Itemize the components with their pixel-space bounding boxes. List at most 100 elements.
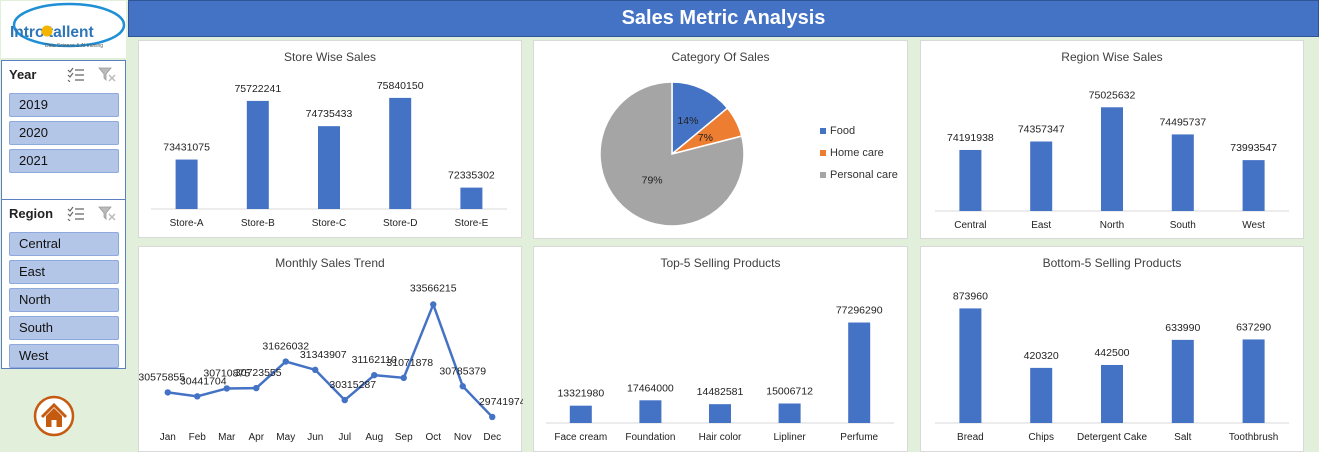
bottom5-bar	[1171, 339, 1194, 423]
legend-swatch	[820, 150, 826, 157]
monthly-data-label: 30315287	[329, 379, 376, 391]
legend-swatch	[820, 128, 826, 135]
top5-x-tick-label: Foundation	[625, 432, 675, 443]
monthly-x-tick-label: Jan	[160, 432, 176, 443]
monthly-point	[489, 413, 496, 421]
region-item-north[interactable]: North	[9, 288, 119, 312]
page-title: Sales Metric Analysis	[621, 7, 826, 29]
bottom5-data-label: 873960	[953, 290, 988, 302]
monthly-point	[282, 358, 289, 365]
monthly-point	[400, 374, 407, 382]
bottom5-x-tick-label: Toothbrush	[1229, 432, 1278, 443]
region-bar	[1171, 134, 1194, 211]
store-data-label: 74735433	[306, 108, 353, 120]
bottom5-bar	[959, 308, 982, 423]
year-item-2021[interactable]: 2021	[9, 149, 119, 173]
store-data-label: 73431075	[163, 142, 210, 154]
monthly-point	[223, 385, 230, 392]
svg-text:Intro: Intro	[10, 24, 44, 41]
monthly-x-tick-label: Sep	[395, 432, 413, 443]
svg-text:tallent: tallent	[48, 24, 94, 41]
monthly-point	[164, 389, 171, 396]
store-data-label: 75722241	[234, 83, 281, 95]
bottom5-data-label: 633990	[1165, 322, 1200, 334]
monthly-data-label: 29741974	[479, 396, 523, 408]
monthly-point	[430, 301, 437, 308]
region-slicer-title: Region	[9, 206, 54, 221]
region-item-south[interactable]: South	[9, 316, 119, 340]
clear-filter-icon[interactable]	[98, 66, 116, 82]
category-sales-card: Category Of Sales 14% 7% 79% Food Home car…	[533, 40, 908, 239]
home-icon[interactable]	[33, 395, 75, 437]
store-x-tick-label: Store-A	[170, 218, 204, 229]
monthly-chart: 30575855Jan30441704Feb30710875Mar3072355…	[139, 282, 523, 443]
year-slicer-title: Year	[9, 67, 37, 82]
top5-bar	[778, 403, 801, 423]
bottom5-x-tick-label: Salt	[1174, 432, 1191, 443]
svg-text:Data Science & AI training: Data Science & AI training	[45, 43, 103, 49]
brand-logo: Intro tallent Data Science & AI training	[1, 1, 126, 58]
pie-data-label: 14%	[677, 115, 698, 127]
monthly-data-label: 30575855	[139, 371, 185, 383]
pie-data-label: 79%	[642, 175, 663, 187]
top5-x-tick-label: Lipliner	[773, 432, 806, 443]
year-item-2019[interactable]: 2019	[9, 93, 119, 117]
top5-x-tick-label: Face cream	[554, 432, 607, 443]
year-slicer-header: Year	[2, 61, 125, 89]
filter-panel: Intro tallent Data Science & AI training…	[0, 0, 128, 452]
multi-select-icon[interactable]	[67, 205, 85, 221]
monthly-data-label: 30785379	[439, 365, 486, 377]
monthly-point	[371, 371, 378, 379]
monthly-data-label: 31071878	[386, 357, 433, 369]
store-sales-card: Store Wise Sales 73431075 Store-A 75722241…	[138, 40, 522, 238]
region-sales-card: Region Wise Sales 74191938 Central 7435734…	[920, 40, 1304, 239]
legend-item-personal-care: Personal care	[820, 169, 898, 181]
bottom5-data-label: 442500	[1094, 347, 1129, 359]
top5-data-label: 14482581	[697, 386, 744, 398]
top5-data-label: 15006712	[766, 385, 813, 397]
legend-label: Personal care	[830, 169, 898, 181]
year-item-2020[interactable]: 2020	[9, 121, 119, 145]
monthly-data-label: 30723555	[235, 367, 282, 379]
monthly-x-tick-label: Apr	[248, 432, 264, 443]
category-chart: 14%7% 79%	[599, 81, 745, 227]
top5-data-label: 13321980	[557, 388, 604, 400]
top5-data-label: 17464000	[627, 382, 674, 394]
region-item-west[interactable]: West	[9, 344, 119, 368]
store-bar	[175, 159, 198, 209]
legend-label: Home care	[830, 147, 884, 159]
bottom5-x-tick-label: Detergent Cake	[1077, 432, 1147, 443]
region-chart: 74191938 Central 74357347 East 75025632 North…	[935, 89, 1289, 231]
clear-filter-icon[interactable]	[98, 205, 116, 221]
bottom5-data-label: 637290	[1236, 321, 1271, 333]
top5-products-card: Top-5 Selling Products 13321980 Face crea…	[533, 246, 908, 452]
store-x-tick-label: Store-D	[383, 218, 417, 229]
monthly-x-tick-label: Oct	[425, 432, 441, 443]
bottom5-bar	[1101, 364, 1123, 423]
header-bar: Sales Metric Analysis	[128, 0, 1319, 37]
pie-data-label: 7%	[698, 132, 713, 144]
region-x-tick-label: South	[1170, 220, 1196, 231]
region-data-label: 75025632	[1089, 89, 1136, 101]
logo-graphic: Intro tallent Data Science & AI training	[10, 2, 126, 49]
region-data-label: 74191938	[947, 132, 994, 144]
bottom5-products-card: Bottom-5 Selling Products 873960 Bread 420…	[920, 246, 1304, 452]
legend-item-food: Food	[820, 125, 855, 137]
region-item-east[interactable]: East	[9, 260, 119, 284]
region-x-tick-label: Central	[954, 220, 986, 231]
multi-select-icon[interactable]	[67, 66, 85, 82]
store-x-tick-label: Store-B	[241, 218, 275, 229]
store-chart: 73431075 Store-A 75722241 Store-B 74735433 St…	[151, 80, 507, 229]
monthly-x-tick-label: Mar	[218, 432, 236, 443]
top5-bar	[848, 322, 871, 423]
store-x-tick-label: Store-E	[454, 218, 488, 229]
monthly-x-tick-label: Nov	[454, 432, 472, 443]
bottom5-x-tick-label: Chips	[1028, 432, 1054, 443]
region-item-central[interactable]: Central	[9, 232, 119, 256]
region-x-tick-label: West	[1242, 220, 1265, 231]
region-x-tick-label: North	[1100, 220, 1124, 231]
bottom5-chart: 873960 Bread 420320 Chips 442500 Detergent Ca…	[935, 290, 1289, 443]
region-data-label: 73993547	[1230, 142, 1277, 154]
store-bar	[460, 187, 483, 209]
monthly-data-label: 31343907	[300, 349, 347, 361]
